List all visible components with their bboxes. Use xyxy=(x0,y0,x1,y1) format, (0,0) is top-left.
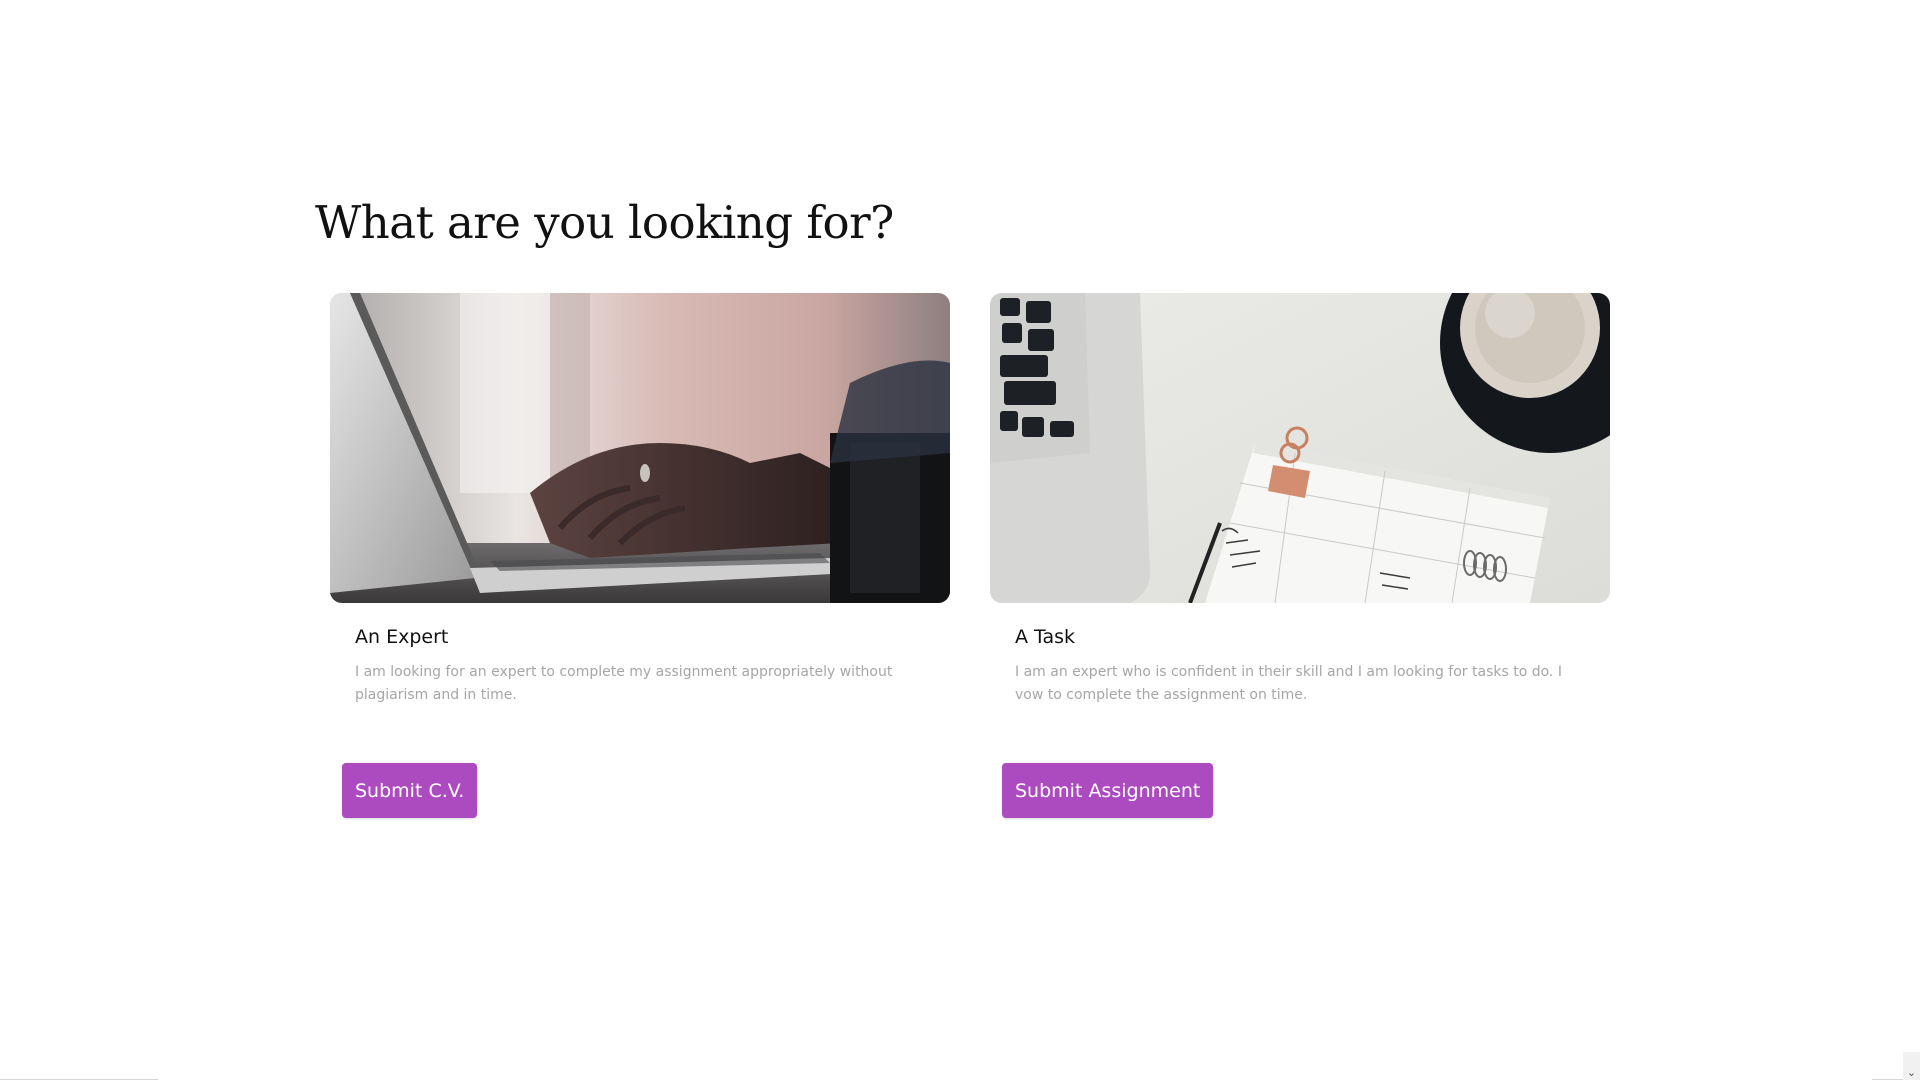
laptop-typing-image xyxy=(330,293,950,603)
submit-assignment-button[interactable]: Submit Assignment xyxy=(1002,763,1214,818)
task-card: A Task I am an expert who is confident i… xyxy=(990,293,1610,818)
page: What are you looking for? An Expert I am… xyxy=(0,0,1920,1080)
card-title: A Task xyxy=(1015,626,1076,648)
desk-planner-image xyxy=(990,293,1610,603)
card-description: I am an expert who is confident in their… xyxy=(1015,664,1562,703)
card-title: An Expert xyxy=(355,626,449,648)
expert-card: An Expert I am looking for an expert to … xyxy=(330,293,950,818)
card-description: I am looking for an expert to complete m… xyxy=(355,664,893,703)
page-heading: What are you looking for? xyxy=(315,196,894,249)
submit-cv-button[interactable]: Submit C.V. xyxy=(342,763,478,818)
chevron-down-icon: ⌄ xyxy=(1906,1066,1917,1079)
scrollbar-down-button[interactable]: ⌄ xyxy=(1903,1052,1920,1080)
